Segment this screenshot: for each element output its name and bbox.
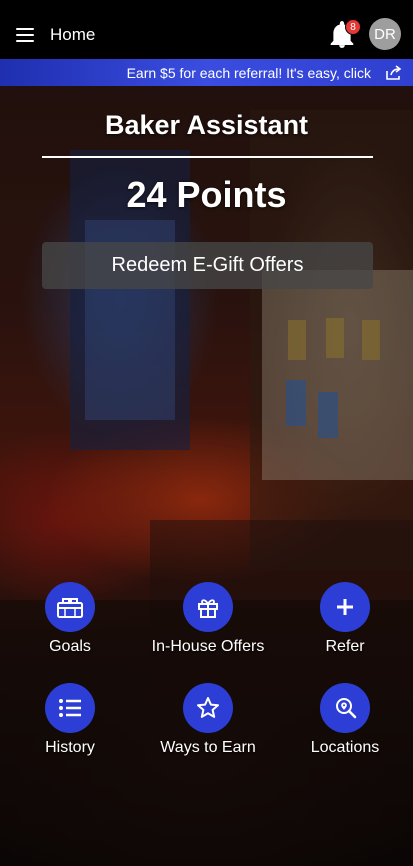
- gift-card-icon: [45, 582, 95, 632]
- ways-to-earn-button[interactable]: Ways to Earn: [143, 683, 273, 763]
- ways-to-earn-label: Ways to Earn: [160, 739, 256, 756]
- referral-banner[interactable]: Earn $5 for each referral! It's easy, cl…: [0, 59, 413, 86]
- goals-button[interactable]: Goals: [5, 582, 135, 662]
- plus-icon: [320, 582, 370, 632]
- page-title: Home: [50, 25, 96, 44]
- club-name: Baker Assistant: [104, 110, 309, 140]
- points-balance: 24 Points: [126, 174, 287, 215]
- map-search-icon: [320, 683, 370, 733]
- history-label: History: [45, 739, 95, 756]
- locations-label: Locations: [310, 739, 380, 756]
- refer-label: Refer: [325, 638, 365, 655]
- status-bar: [0, 0, 413, 12]
- referral-banner-text: Earn $5 for each referral! It's easy, cl…: [126, 64, 371, 81]
- locations-button[interactable]: Locations: [280, 683, 410, 763]
- hamburger-menu-icon[interactable]: [16, 28, 34, 42]
- in-house-offers-button[interactable]: In-House Offers: [143, 582, 273, 662]
- share-icon[interactable]: [385, 65, 403, 81]
- list-icon: [45, 683, 95, 733]
- goals-label: Goals: [49, 638, 91, 655]
- app-bar: Home 8 DR: [0, 12, 413, 59]
- star-icon: [183, 683, 233, 733]
- redeem-egift-button[interactable]: Redeem E-Gift Offers: [42, 242, 373, 289]
- gift-icon: [183, 582, 233, 632]
- avatar[interactable]: DR: [369, 18, 401, 50]
- refer-button[interactable]: Refer: [280, 582, 410, 662]
- history-button[interactable]: History: [5, 683, 135, 763]
- in-house-offers-label: In-House Offers: [151, 638, 265, 655]
- divider: [42, 156, 373, 158]
- notification-badge: 8: [345, 19, 361, 35]
